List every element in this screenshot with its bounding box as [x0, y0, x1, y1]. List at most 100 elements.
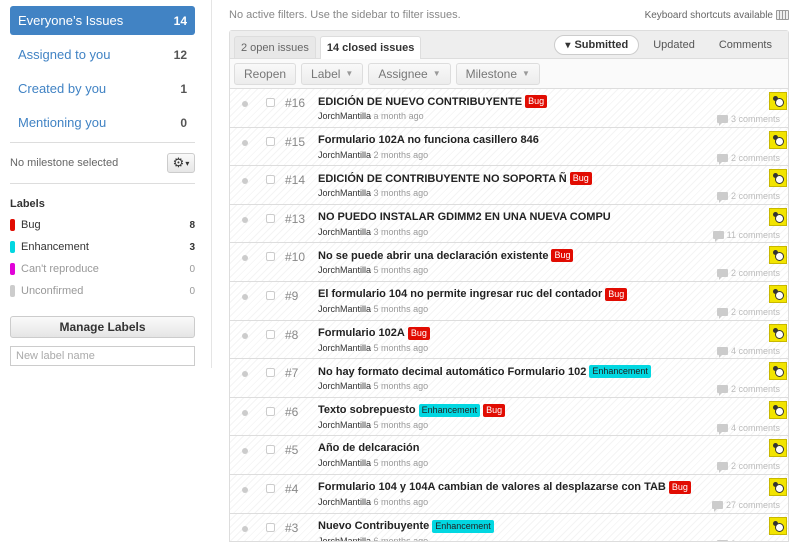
label-item[interactable]: Enhancement 3 — [10, 236, 195, 258]
issue-checkbox[interactable] — [266, 213, 275, 223]
assignee-avatar[interactable] — [769, 169, 787, 188]
assignee-avatar[interactable] — [769, 323, 787, 342]
reopen-button[interactable]: Reopen — [234, 62, 297, 85]
issue-title-link[interactable]: Formulario 102A no funciona casillero 84… — [318, 134, 539, 146]
issue-checkbox[interactable] — [266, 98, 275, 107]
issue-title-link[interactable]: Nuevo Contribuyente — [318, 520, 429, 532]
assignee-avatar[interactable] — [769, 477, 787, 496]
issue-comments-link[interactable]: 2 comments — [716, 268, 780, 281]
issue-checkbox[interactable] — [266, 522, 275, 532]
issue-title-link[interactable]: EDICIÓN DE CONTRIBUYENTE NO SOPORTA Ñ — [318, 173, 567, 185]
issue-comments-link[interactable]: 2 comments — [716, 384, 780, 397]
issue-title-link[interactable]: El formulario 104 no permite ingresar ru… — [318, 288, 602, 300]
issue-label-badge[interactable]: Bug — [407, 326, 430, 340]
issue-author-link[interactable]: JorchMantilla — [318, 111, 371, 121]
issue-label-badge[interactable]: Enhancement — [432, 519, 494, 533]
assignee-avatar[interactable] — [769, 400, 787, 419]
issue-comments-link[interactable]: 2 comments — [716, 307, 780, 319]
assignee-avatar[interactable] — [769, 246, 787, 265]
assignee-avatar[interactable] — [769, 284, 787, 303]
issue-checkbox[interactable] — [266, 483, 275, 493]
sort-comments[interactable]: Comments — [709, 35, 782, 55]
issue-label-badge[interactable]: Enhancement — [589, 365, 651, 379]
issue-comments-link[interactable]: 3 comments — [716, 114, 780, 126]
assignee-avatar[interactable] — [769, 516, 787, 535]
issue-author-link[interactable]: JorchMantilla — [318, 458, 371, 468]
issue-checkbox[interactable] — [266, 175, 275, 185]
issue-title-row: NO PUEDO INSTALAR GDIMM2 EN UNA NUEVA CO… — [318, 211, 611, 223]
issue-author-link[interactable]: JorchMantilla — [318, 420, 371, 430]
issue-checkbox[interactable] — [266, 445, 275, 455]
manage-labels-button[interactable]: Manage Labels — [10, 316, 195, 338]
issue-comments-link[interactable]: 4 comments — [716, 346, 780, 358]
filter-item[interactable]: Assigned to you 12 — [10, 40, 195, 69]
label-item[interactable]: Can't reproduce 0 — [10, 258, 195, 280]
issue-row: #13 NO PUEDO INSTALAR GDIMM2 EN UNA NUEVA… — [230, 204, 788, 244]
issue-label-badge[interactable]: Bug — [551, 249, 574, 263]
issue-checkbox[interactable] — [266, 290, 275, 300]
filter-item[interactable]: Created by you 1 — [10, 74, 195, 103]
issue-label-badge[interactable]: Bug — [605, 287, 628, 301]
comment-icon — [716, 269, 728, 281]
sort-submitted[interactable]: Submitted — [554, 35, 640, 55]
issue-title-link[interactable]: NO PUEDO INSTALAR GDIMM2 EN UNA NUEVA CO… — [318, 211, 611, 223]
issue-author-link[interactable]: JorchMantilla — [318, 188, 371, 198]
issue-comments-link[interactable]: 11 comments — [712, 230, 780, 242]
issue-comments-link[interactable]: 9 comments — [716, 539, 780, 541]
issue-author-link[interactable]: JorchMantilla — [318, 343, 371, 353]
assignee-avatar[interactable] — [769, 92, 787, 110]
issue-label-badge[interactable]: Bug — [668, 480, 691, 494]
assignee-avatar[interactable] — [769, 439, 787, 458]
issue-author-link[interactable]: JorchMantilla — [318, 304, 371, 314]
new-label-input[interactable] — [10, 346, 195, 366]
issue-checkbox[interactable] — [266, 252, 275, 262]
divider — [10, 183, 195, 184]
issue-author-link[interactable]: JorchMantilla — [318, 497, 371, 507]
issue-comments-link[interactable]: 27 comments — [711, 500, 780, 512]
assignee-dropdown-button[interactable]: Assignee ▼ — [368, 62, 451, 85]
assignee-avatar[interactable] — [769, 207, 787, 226]
issue-label-badge[interactable]: Bug — [569, 172, 592, 186]
issue-comments-link[interactable]: 4 comments — [716, 423, 780, 435]
issue-comments-link[interactable]: 2 comments — [716, 191, 780, 204]
issue-list: #16 EDICIÓN DE NUEVO CONTRIBUYENTE Bug Jorc… — [230, 89, 788, 541]
gear-icon[interactable]: ⚙ ▾ — [167, 153, 195, 173]
issue-title-link[interactable]: No hay formato decimal automático Formul… — [318, 366, 586, 378]
issue-author-link[interactable]: JorchMantilla — [318, 381, 371, 391]
issue-row: #3 Nuevo Contribuyente Enhancement JorchMan… — [230, 513, 788, 541]
issue-comments-link[interactable]: 2 comments — [716, 461, 780, 474]
issue-checkbox[interactable] — [266, 136, 275, 146]
issue-author-link[interactable]: JorchMantilla — [318, 150, 371, 160]
assignee-avatar[interactable] — [769, 130, 787, 149]
milestone-dropdown-button[interactable]: Milestone ▼ — [455, 62, 540, 85]
issue-label-badge[interactable]: Bug — [483, 403, 506, 417]
keyboard-shortcuts-link[interactable]: Keyboard shortcuts available — [645, 10, 789, 21]
issue-title-link[interactable]: Texto sobrepuesto — [318, 404, 416, 416]
sort-updated[interactable]: Updated — [643, 35, 705, 55]
issue-title-link[interactable]: Formulario 102A — [318, 327, 405, 339]
issue-comments-link[interactable]: 2 comments — [716, 153, 780, 165]
filter-item[interactable]: Everyone’s Issues 14 — [10, 6, 195, 35]
issue-label-badge[interactable]: Bug — [525, 95, 548, 108]
assignee-avatar[interactable] — [769, 362, 787, 381]
label-item[interactable]: Bug 8 — [10, 214, 195, 236]
issue-title-row: No hay formato decimal automático Formul… — [318, 365, 651, 379]
label-item[interactable]: Unconfirmed 0 — [10, 280, 195, 302]
label-dropdown-button[interactable]: Label ▼ — [301, 62, 364, 85]
issue-checkbox[interactable] — [266, 329, 275, 339]
issue-author-link[interactable]: JorchMantilla — [318, 227, 371, 237]
issue-time: 3 months ago — [373, 226, 429, 237]
issue-title-link[interactable]: Año de delcaración — [318, 442, 419, 454]
issue-title-link[interactable]: EDICIÓN DE NUEVO CONTRIBUYENTE — [318, 96, 522, 108]
filter-item[interactable]: Mentioning you 0 — [10, 108, 195, 137]
tab-open-issues[interactable]: 2 open issues — [234, 36, 316, 58]
issue-label-badge[interactable]: Enhancement — [418, 403, 481, 417]
issue-checkbox[interactable] — [266, 368, 275, 378]
issue-title-link[interactable]: Formulario 104 y 104A cambian de valores… — [318, 481, 666, 493]
issue-author-link[interactable]: JorchMantilla — [318, 265, 371, 275]
tab-closed-issues[interactable]: 14 closed issues — [319, 36, 422, 59]
issue-author-link[interactable]: JorchMantilla — [318, 536, 371, 541]
comment-count: 9 comments — [731, 539, 780, 541]
issue-checkbox[interactable] — [266, 406, 275, 416]
issue-title-link[interactable]: No se puede abrir una declaración existe… — [318, 250, 548, 262]
